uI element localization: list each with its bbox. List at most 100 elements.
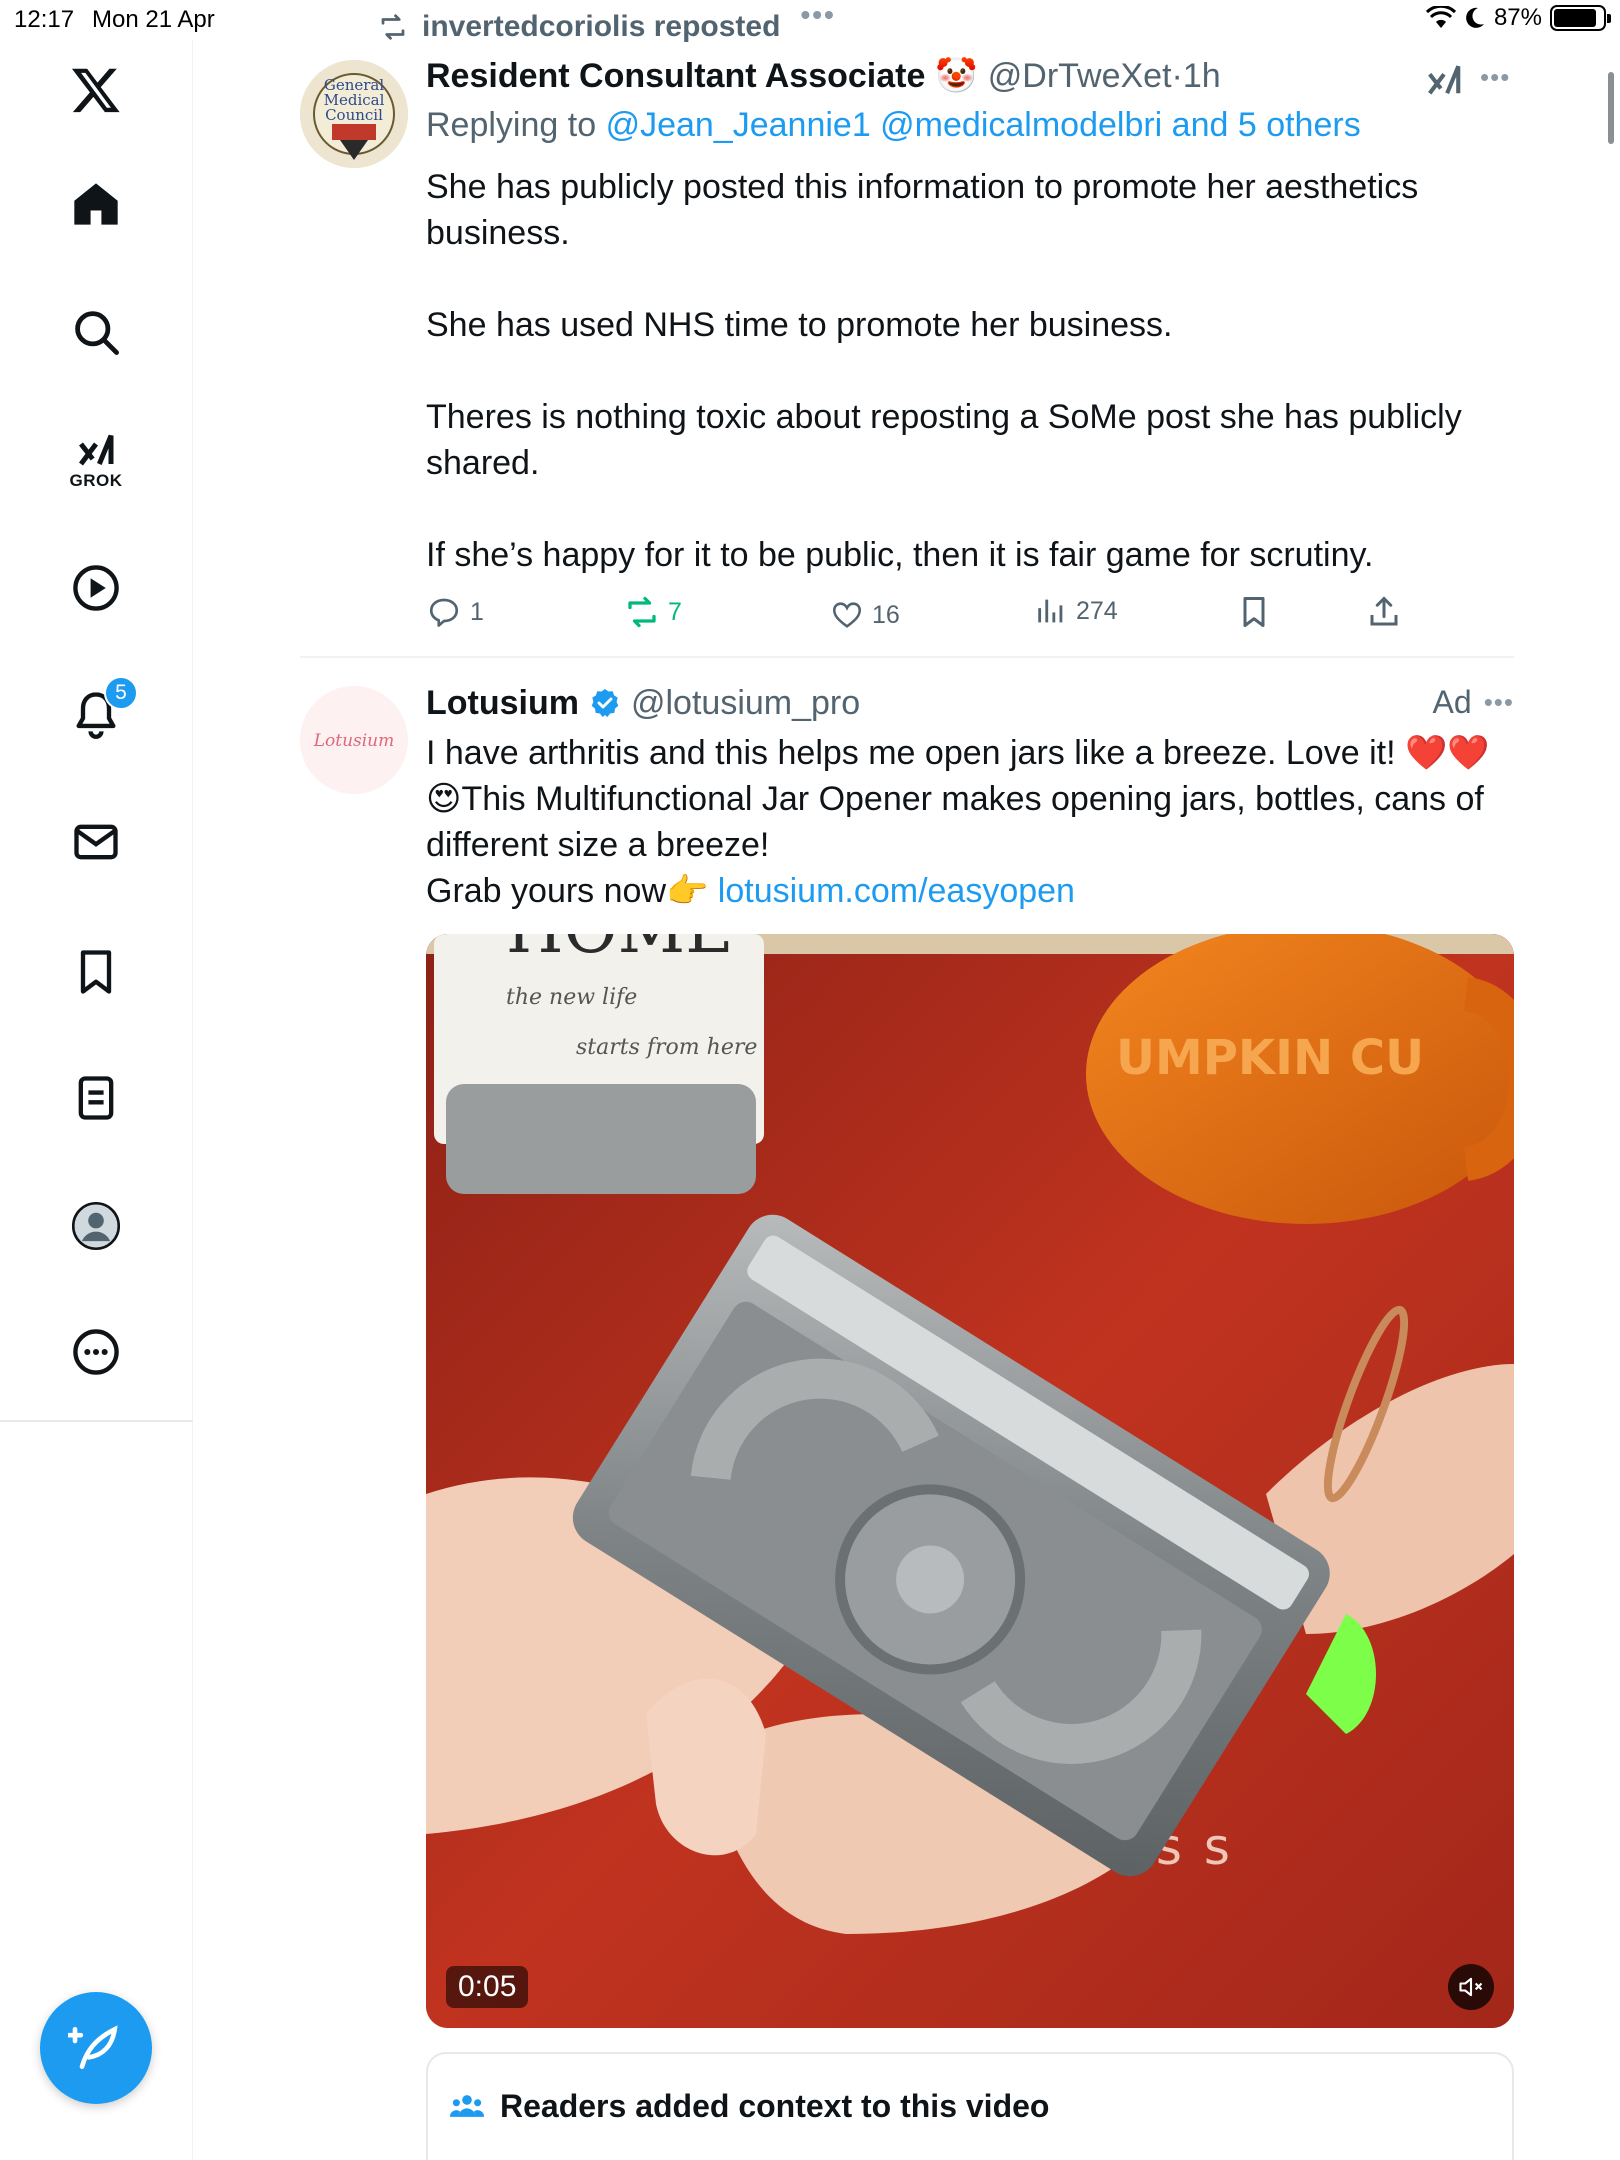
reply-icon — [429, 598, 459, 627]
ad-label-group: Ad ••• — [1433, 684, 1514, 721]
post1-header: Resident Consultant Associate 🤡 @DrTweXe… — [426, 56, 1221, 96]
envelope-icon — [74, 824, 118, 860]
clown-emoji: 🤡 — [935, 57, 978, 95]
post2-display-name[interactable]: Lotusium — [426, 684, 579, 723]
mug-text: UMPKIN CU — [1116, 1030, 1424, 1086]
compose-feather-icon — [68, 2025, 118, 2069]
post2-more-icon[interactable]: ••• — [1484, 687, 1514, 718]
scrollbar[interactable] — [1608, 72, 1614, 144]
repost-count: 7 — [668, 597, 682, 626]
post1-paragraph: She has used NHS time to promote her bus… — [426, 306, 1173, 344]
list-icon — [78, 1076, 114, 1120]
lotusium-avatar-image: Lotusium — [300, 686, 408, 794]
sidebar-divider — [0, 1420, 193, 1422]
heart-icon — [832, 602, 862, 628]
grok-explain-icon[interactable] — [1424, 60, 1464, 98]
video-duration: 0:05 — [446, 1966, 529, 2008]
post1-reply-to: Replying to @Jean_Jeannie1 @medicalmodel… — [426, 106, 1361, 145]
reply-prefix: Replying to — [426, 106, 597, 144]
post-divider — [300, 656, 1514, 658]
bookmark-button[interactable] — [1236, 594, 1272, 630]
battery-icon — [1550, 5, 1611, 31]
readers-context-card[interactable]: Readers added context to this video — [426, 2052, 1514, 2160]
profile-avatar-icon — [71, 1201, 121, 1251]
search-icon — [75, 311, 119, 355]
like-count: 16 — [872, 600, 900, 629]
x-logo-button[interactable] — [46, 50, 146, 130]
views-chart-icon — [1038, 599, 1063, 623]
avatar-text-3: Council — [325, 106, 383, 124]
play-circle-icon — [73, 565, 119, 611]
post1-separator: · — [1171, 57, 1183, 95]
banner-dots-icon: ••• — [800, 0, 836, 30]
wifi-icon — [1425, 6, 1456, 28]
post1-paragraph: Theres is nothing toxic about reposting … — [426, 398, 1462, 482]
post2-cta: Grab yours now👉 — [426, 872, 709, 910]
post2-text: I have arthritis and this helps me open … — [426, 730, 1536, 914]
views-button[interactable]: 274 — [1034, 594, 1118, 628]
gmc-avatar-image: General Medical Council — [300, 60, 408, 168]
post1-paragraph: She has publicly posted this information… — [426, 168, 1419, 252]
status-date: Mon 21 Apr — [92, 6, 215, 33]
sidebar-item-lists[interactable] — [46, 1058, 146, 1138]
sidebar: GROK 5 — [0, 40, 193, 2160]
sidebar-item-grok[interactable]: GROK — [46, 420, 146, 500]
like-button[interactable]: 16 — [830, 598, 900, 632]
sidebar-item-notifications[interactable]: 5 — [46, 674, 146, 754]
post1-actions: 1 7 16 274 — [426, 594, 1426, 634]
share-button[interactable] — [1366, 594, 1402, 630]
repost-icon — [628, 596, 656, 628]
post1-avatar[interactable]: General Medical Council — [300, 60, 408, 168]
grok-label: GROK — [69, 471, 123, 490]
reply-count: 1 — [470, 597, 484, 626]
verified-badge-icon — [591, 689, 619, 717]
post2-line-3: Grab yours now👉 lotusium.com/easyopen — [426, 868, 1536, 914]
status-right: 87% — [1425, 4, 1611, 32]
reply-targets-link[interactable]: @Jean_Jeannie1 @medicalmodelbri and 5 ot… — [606, 106, 1361, 144]
post1-text: She has publicly posted this information… — [426, 164, 1526, 578]
x-logo-icon — [71, 68, 120, 113]
people-icon — [450, 2094, 484, 2117]
video-frame-image: HOME the new life starts from here UMPKI… — [426, 934, 1514, 2028]
moon-icon — [1466, 7, 1484, 28]
sidebar-item-video[interactable] — [46, 548, 146, 628]
reply-button[interactable]: 1 — [426, 594, 484, 630]
sidebar-item-profile[interactable] — [46, 1186, 146, 1266]
sidebar-item-search[interactable] — [46, 292, 146, 372]
post2-header: Lotusium @lotusium_pro — [426, 682, 860, 723]
post1-handle[interactable]: @DrTweXet — [988, 57, 1172, 96]
post1-display-name[interactable]: Resident Consultant Associate — [426, 57, 925, 96]
more-circle-icon — [73, 1329, 119, 1375]
avatar-brand-text: Lotusium — [313, 731, 395, 751]
sidebar-item-bookmarks[interactable] — [46, 932, 146, 1012]
grok-icon — [79, 434, 114, 466]
mute-button[interactable] — [1448, 1964, 1494, 2010]
ad-label: Ad — [1432, 684, 1472, 720]
post1-paragraph: If she’s happy for it to be public, then… — [426, 536, 1374, 574]
bookmark-icon — [80, 950, 112, 994]
bookmark-icon — [1243, 597, 1265, 627]
muted-speaker-icon — [1459, 1977, 1483, 1997]
ad-video[interactable]: HOME the new life starts from here UMPKI… — [426, 934, 1514, 2028]
post2-handle[interactable]: @lotusium_pro — [631, 684, 860, 723]
post2-line: 😍This Multifunctional Jar Opener makes o… — [426, 780, 1484, 864]
battery-percent: 87% — [1493, 4, 1542, 31]
post2-link[interactable]: lotusium.com/easyopen — [718, 872, 1075, 910]
bottle-script-1: the new life — [506, 985, 637, 1010]
notifications-badge: 5 — [104, 676, 138, 710]
repost-banner-text[interactable]: invertedcoriolis reposted — [422, 10, 780, 44]
post1-more-icon[interactable]: ••• — [1480, 62, 1510, 93]
context-title-row: Readers added context to this video — [450, 2088, 1049, 2125]
post1-time[interactable]: 1h — [1183, 57, 1221, 96]
post2-avatar[interactable]: Lotusium — [300, 686, 408, 794]
repost-button[interactable]: 7 — [624, 594, 682, 630]
sidebar-item-messages[interactable] — [46, 802, 146, 882]
status-time: 12:17 — [14, 6, 75, 33]
sidebar-item-more[interactable] — [46, 1312, 146, 1392]
compose-post-button[interactable] — [40, 1992, 152, 2104]
views-count: 274 — [1076, 596, 1118, 625]
sidebar-item-home[interactable] — [46, 164, 146, 244]
post2-line: I have arthritis and this helps me open … — [426, 734, 1490, 772]
repost-banner: invertedcoriolis reposted ••• — [376, 0, 836, 44]
context-title: Readers added context to this video — [500, 2088, 1050, 2124]
